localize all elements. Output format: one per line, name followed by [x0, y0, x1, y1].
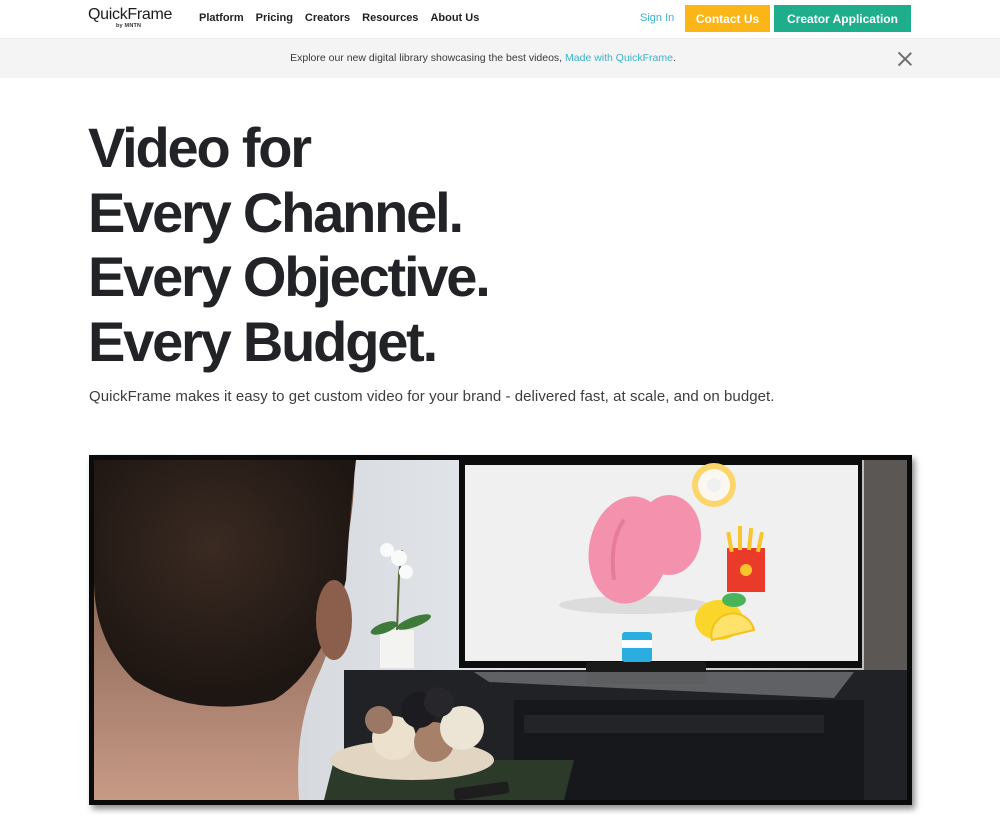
- hero-title-line-4: Every Budget.: [88, 309, 438, 373]
- top-nav: QuickFrame by MNTN Platform Pricing Crea…: [0, 0, 1000, 38]
- orchid-flower: [399, 565, 413, 579]
- man-ear: [316, 580, 352, 660]
- banner-text: Explore our new digital library showcasi…: [0, 52, 966, 64]
- hero-title-line-1: Video for: [88, 116, 312, 179]
- pink-blob-lobe: [637, 495, 701, 575]
- hero-video[interactable]: [89, 455, 912, 805]
- contact-us-button[interactable]: Contact Us: [685, 5, 770, 32]
- fry: [738, 526, 742, 550]
- coffee-cup-band: [622, 640, 652, 648]
- made-with-quickframe-link[interactable]: Made with QuickFrame: [565, 52, 673, 64]
- lemon-leaf: [722, 593, 746, 607]
- hero-title-line-2: Every Channel.: [88, 180, 464, 244]
- fries-logo: [740, 564, 752, 576]
- logo-text: QuickFrame: [88, 6, 173, 23]
- main-nav: Platform Pricing Creators Resources Abou…: [199, 12, 479, 24]
- video-frame: [94, 460, 907, 800]
- nav-link-about-us[interactable]: About Us: [430, 12, 479, 24]
- creator-application-button[interactable]: Creator Application: [774, 5, 911, 32]
- announcement-banner: Explore our new digital library showcasi…: [0, 38, 1000, 78]
- orchid-flower: [391, 550, 407, 566]
- banner-message: Explore our new digital library showcasi…: [290, 52, 566, 64]
- hero-subtitle: QuickFrame makes it easy to get custom v…: [89, 388, 775, 405]
- nav-link-pricing[interactable]: Pricing: [256, 12, 293, 24]
- logo-subtext: by MNTN: [116, 23, 142, 29]
- hero-title: Video for Every Channel. Every Objective…: [88, 116, 491, 374]
- hero-title-line-3: Every Objective.: [88, 245, 491, 308]
- donut-hole: [707, 478, 721, 492]
- nav-link-resources[interactable]: Resources: [362, 12, 418, 24]
- av-receiver: [524, 715, 824, 733]
- close-icon[interactable]: [897, 51, 912, 66]
- quickframe-logo[interactable]: QuickFrame by MNTN: [88, 6, 178, 32]
- banner-suffix: .: [672, 52, 676, 64]
- plant-pot: [380, 630, 414, 668]
- sign-in-link[interactable]: Sign In: [640, 12, 674, 24]
- nav-link-platform[interactable]: Platform: [199, 12, 244, 24]
- nav-link-creators[interactable]: Creators: [305, 12, 350, 24]
- yarn-ball: [424, 687, 454, 717]
- yarn-ball: [365, 706, 393, 734]
